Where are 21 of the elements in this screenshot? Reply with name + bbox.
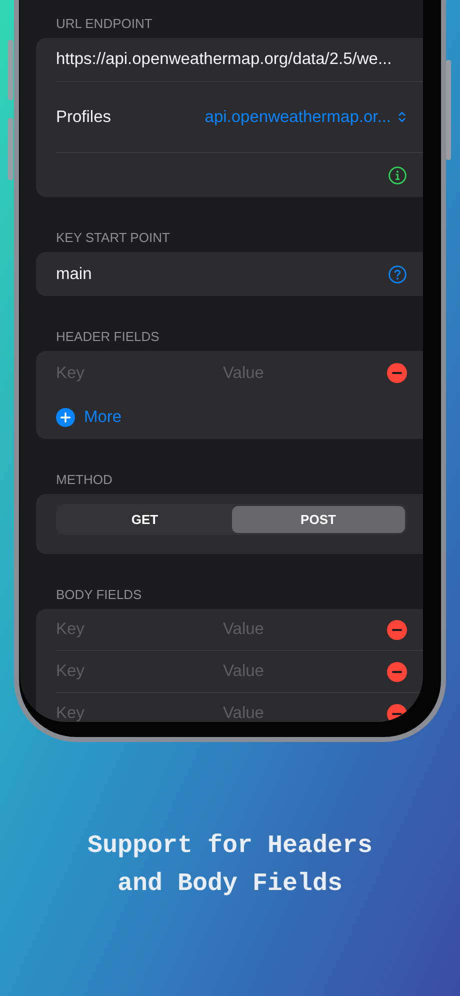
profile-picker[interactable]: api.openweathermap.or... [204, 108, 407, 126]
section-header: METHOD [55, 472, 112, 488]
chevron-up-down-icon [397, 110, 407, 124]
section-header: BODY FIELDS [55, 587, 142, 603]
key-start-point-value: main [56, 264, 93, 284]
section-header: KEY START POINT [55, 230, 170, 246]
more-button[interactable]: More [56, 408, 122, 426]
info-icon[interactable] [388, 166, 407, 184]
method-option[interactable]: GET [58, 506, 232, 533]
add-icon [56, 408, 75, 426]
remove-icon[interactable] [387, 704, 407, 722]
method-option[interactable]: POST [232, 506, 405, 533]
caption-heading: Support for Headers and Body Fields [87, 830, 373, 900]
help-icon[interactable] [388, 264, 407, 284]
remove-icon[interactable] [387, 620, 407, 640]
remove-icon[interactable] [387, 363, 407, 383]
remove-icon[interactable] [387, 662, 407, 682]
section-header: URL ENDPOINT [55, 16, 152, 32]
url-text: https://api.openweathermap.org/data/2.5/we... [56, 50, 392, 69]
section-header: HEADER FIELDS [55, 329, 160, 345]
profiles-label: Profiles [56, 108, 112, 126]
